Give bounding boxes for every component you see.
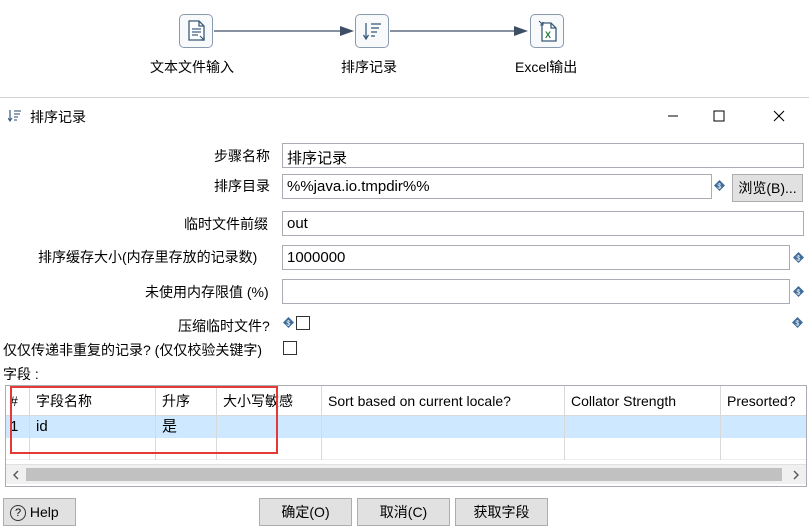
compress-temp-label: 压缩临时文件? [178,318,270,334]
free-memory-label: 未使用内存限值 (%) [145,284,269,300]
cell-field-name[interactable]: id [30,416,156,438]
variable-diamond-icon[interactable]: $ [283,317,294,328]
temp-prefix-input[interactable]: out [282,211,804,236]
close-button[interactable] [756,98,802,134]
compress-temp-checkbox[interactable] [296,316,310,330]
maximize-icon [713,110,725,122]
sort-buffer-input[interactable]: 1000000 [282,245,790,270]
table-row-empty[interactable] [6,438,806,460]
hop-arrow-2[interactable] [390,24,530,38]
svg-text:$: $ [795,320,799,327]
variable-diamond-icon[interactable]: $ [793,286,804,297]
svg-text:$: $ [796,289,800,296]
svg-text:X: X [545,30,551,40]
step-label-text-input: 文本文件输入 [150,59,234,75]
table-header: # 字段名称 升序 大小写敏感 Sort based on current lo… [6,386,806,416]
get-fields-button[interactable]: 获取字段 [455,498,548,526]
step-name-label: 步骤名称 [214,148,270,164]
svg-text:$: $ [286,320,290,327]
help-icon: ? [10,505,26,522]
cell-empty [217,438,322,460]
scrollbar-thumb[interactable] [26,468,782,481]
sort-buffer-label: 排序缓存大小(内存里存放的记录数) [38,249,258,265]
variable-diamond-icon[interactable]: $ [793,252,804,263]
column-header-field-name[interactable]: 字段名称 [30,386,156,416]
help-button[interactable]: ? Help [3,498,76,526]
cell-num: 1 [6,416,30,438]
temp-prefix-label: 临时文件前缀 [184,216,268,232]
ok-button[interactable]: 确定(O) [259,498,352,526]
sort-rows-icon [363,23,381,41]
sort-rows-step[interactable] [355,14,389,48]
cell-collator-strength[interactable] [565,416,721,438]
column-header-case-sensitive[interactable]: 大小写敏感 [217,386,322,416]
cell-empty [30,438,156,460]
cell-empty [6,438,30,460]
fields-label: 字段 : [3,366,39,382]
cell-empty [156,438,217,460]
cell-empty [322,438,565,460]
close-icon [773,110,785,122]
table-row[interactable]: 1 id 是 [6,416,806,438]
text-file-input-icon [188,20,205,41]
column-header-presorted[interactable]: Presorted? [721,386,806,416]
sort-directory-input[interactable]: %%java.io.tmpdir%% [282,174,712,199]
unique-rows-label: 仅仅传递非重复的记录? (仅仅校验关键字) [3,342,262,358]
step-name-input[interactable]: 排序记录 [282,143,804,168]
excel-output-step[interactable]: X [530,14,564,48]
variable-diamond-icon[interactable]: $ [714,180,725,191]
transformation-canvas[interactable]: 文本文件输入 排序记录 X Excel输出 [0,0,809,96]
variable-diamond-icon[interactable]: $ [792,317,803,328]
column-header-ascending[interactable]: 升序 [156,386,217,416]
column-header-locale[interactable]: Sort based on current locale? [322,386,565,416]
unique-rows-checkbox[interactable] [283,341,297,355]
help-button-label: Help [29,504,59,520]
text-file-input-step[interactable] [179,14,213,48]
step-label-excel-output: Excel输出 [515,59,578,75]
sort-rows-icon [8,110,21,122]
step-label-sort-rows: 排序记录 [341,59,397,75]
excel-output-icon: X [538,20,557,42]
sort-directory-label: 排序目录 [214,178,270,194]
column-header-num[interactable]: # [6,386,30,416]
fields-table[interactable]: # 字段名称 升序 大小写敏感 Sort based on current lo… [5,385,807,487]
svg-text:$: $ [717,183,721,190]
scroll-left-icon[interactable] [9,468,23,482]
cell-ascending[interactable]: 是 [156,416,217,438]
browse-button[interactable]: 浏览(B)... [732,174,803,202]
svg-text:$: $ [796,255,800,262]
minimize-icon [668,115,678,117]
cell-presorted[interactable] [721,416,806,438]
cell-case-sensitive[interactable] [217,416,322,438]
free-memory-input[interactable] [282,279,790,304]
maximize-button[interactable] [696,98,742,134]
column-header-collator-strength[interactable]: Collator Strength [565,386,721,416]
dialog-title: 排序记录 [30,109,86,125]
dialog-titlebar[interactable]: 排序记录 [0,98,809,134]
cell-empty [565,438,721,460]
scroll-right-icon[interactable] [789,468,803,482]
cell-locale[interactable] [322,416,565,438]
hop-arrow-1[interactable] [214,24,356,38]
cancel-button[interactable]: 取消(C) [357,498,450,526]
horizontal-scrollbar[interactable] [6,464,806,484]
minimize-button[interactable] [650,98,696,134]
